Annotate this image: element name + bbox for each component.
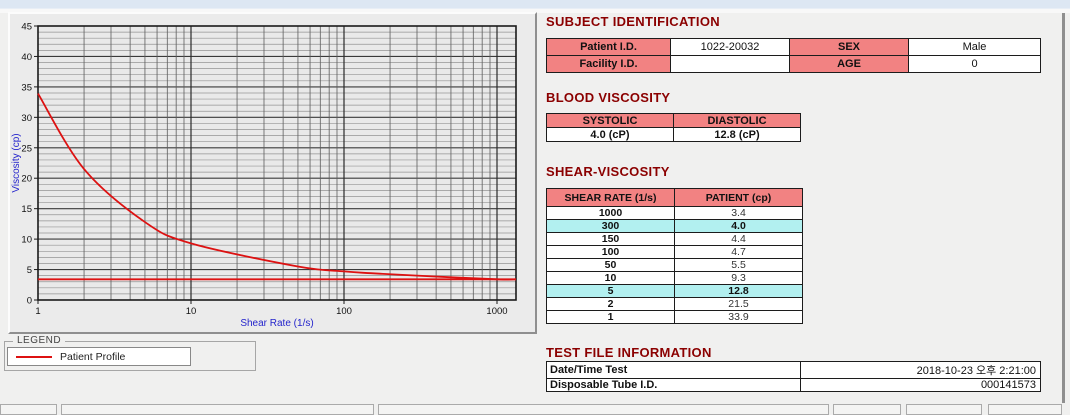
test-file-information-table: Date/Time Test 2018-10-23 오후 2:21:00 Dis… — [546, 361, 1041, 392]
table-row: Facility I.D. AGE 0 — [547, 56, 1041, 73]
y-tick-label: 15 — [21, 204, 32, 215]
shear-rate-cell: 300 — [547, 220, 675, 233]
table-row: SYSTOLIC DIASTOLIC — [547, 114, 801, 128]
shear-viscosity-title: SHEAR-VISCOSITY — [546, 164, 670, 179]
shear-rate-cell: 50 — [547, 259, 675, 272]
patient-viscosity-cell: 4.7 — [675, 246, 803, 259]
table-row: Patient I.D. 1022-20032 SEX Male — [547, 39, 1041, 56]
y-tick-label: 5 — [27, 265, 32, 276]
table-row: 133.9 — [547, 311, 803, 324]
y-tick-label: 25 — [21, 143, 32, 154]
facility-id-label: Facility I.D. — [547, 56, 671, 73]
x-tick-label: 1 — [35, 306, 40, 317]
y-tick-label: 35 — [21, 82, 32, 93]
table-row: 1004.7 — [547, 246, 803, 259]
shear-rate-cell: 5 — [547, 285, 675, 298]
patient-id-label: Patient I.D. — [547, 39, 671, 56]
disposable-tube-id-value: 000141573 — [801, 379, 1041, 392]
patient-id-value: 1022-20032 — [671, 39, 790, 56]
patient-viscosity-cell: 9.3 — [675, 272, 803, 285]
bottom-panel-segment — [988, 404, 1062, 415]
shear-rate-cell: 2 — [547, 298, 675, 311]
x-axis-label: Shear Rate (1/s) — [240, 318, 313, 329]
shear-rate-cell: 1000 — [547, 207, 675, 220]
age-label: AGE — [790, 56, 909, 73]
table-row: 10003.4 — [547, 207, 803, 220]
shear-table-body: 10003.43004.01504.41004.7505.5109.3512.8… — [547, 207, 803, 324]
table-row: 512.8 — [547, 285, 803, 298]
table-row: Disposable Tube I.D. 000141573 — [547, 379, 1041, 392]
y-tick-label: 20 — [21, 174, 32, 185]
patient-viscosity-cell: 12.8 — [675, 285, 803, 298]
patient-viscosity-cell: 33.9 — [675, 311, 803, 324]
patient-cp-header: PATIENT (cp) — [675, 189, 803, 207]
window-top-edge — [0, 0, 1070, 9]
sex-label: SEX — [790, 39, 909, 56]
bottom-panel-segment — [61, 404, 374, 415]
window-right-scrollbar[interactable] — [1062, 13, 1065, 403]
patient-viscosity-cell: 5.5 — [675, 259, 803, 272]
shear-rate-cell: 100 — [547, 246, 675, 259]
date-time-test-value: 2018-10-23 오후 2:21:00 — [801, 362, 1041, 379]
shear-rate-cell: 150 — [547, 233, 675, 246]
y-tick-label: 10 — [21, 235, 32, 246]
legend-caption: LEGEND — [13, 335, 65, 346]
legend-box: Patient Profile — [7, 347, 191, 366]
shear-viscosity-table: SHEAR RATE (1/s) PATIENT (cp) 10003.4300… — [546, 188, 803, 324]
age-value: 0 — [909, 56, 1041, 73]
disposable-tube-id-label: Disposable Tube I.D. — [547, 379, 801, 392]
table-row: 1504.4 — [547, 233, 803, 246]
table-row: 505.5 — [547, 259, 803, 272]
table-row: 109.3 — [547, 272, 803, 285]
legend-frame: LEGEND Patient Profile — [4, 341, 256, 371]
patient-viscosity-cell: 4.4 — [675, 233, 803, 246]
blood-viscosity-title: BLOOD VISCOSITY — [546, 90, 670, 105]
table-row: 221.5 — [547, 298, 803, 311]
shear-rate-cell: 10 — [547, 272, 675, 285]
table-row: Date/Time Test 2018-10-23 오후 2:21:00 — [547, 362, 1041, 379]
shear-rate-cell: 1 — [547, 311, 675, 324]
systolic-value: 4.0 (cP) — [547, 128, 674, 142]
table-header-row: SHEAR RATE (1/s) PATIENT (cp) — [547, 189, 803, 207]
facility-id-value — [671, 56, 790, 73]
patient-profile-line-swatch — [16, 356, 52, 358]
blood-viscosity-table: SYSTOLIC DIASTOLIC 4.0 (cP) 12.8 (cP) — [546, 113, 801, 142]
bottom-panel-segment — [833, 404, 901, 415]
bottom-panel-segment — [378, 404, 829, 415]
x-tick-label: 100 — [336, 306, 352, 317]
shear-rate-header: SHEAR RATE (1/s) — [547, 189, 675, 207]
patient-viscosity-cell: 21.5 — [675, 298, 803, 311]
y-axis-label: Viscosity (cp) — [11, 133, 22, 192]
table-row: 4.0 (cP) 12.8 (cP) — [547, 128, 801, 142]
table-row: 3004.0 — [547, 220, 803, 233]
bottom-panel-segment — [906, 404, 982, 415]
subject-identification-table: Patient I.D. 1022-20032 SEX Male Facilit… — [546, 38, 1041, 73]
y-tick-label: 0 — [27, 296, 32, 307]
x-tick-label: 10 — [186, 306, 197, 317]
systolic-header: SYSTOLIC — [547, 114, 674, 128]
diastolic-value: 12.8 (cP) — [674, 128, 801, 142]
patient-viscosity-cell: 4.0 — [675, 220, 803, 233]
patient-viscosity-cell: 3.4 — [675, 207, 803, 220]
diastolic-header: DIASTOLIC — [674, 114, 801, 128]
y-tick-label: 30 — [21, 113, 32, 124]
subject-identification-title: SUBJECT IDENTIFICATION — [546, 14, 720, 29]
x-tick-label: 1000 — [486, 306, 507, 317]
viscosity-chart-panel: 0 5 10 15 20 25 30 35 40 45 1 10 100 1000 Shear Rate (… — [8, 12, 537, 334]
test-file-information-title: TEST FILE INFORMATION — [546, 345, 712, 360]
y-tick-label: 45 — [21, 22, 32, 33]
y-tick-label: 40 — [21, 52, 32, 63]
viscosity-chart: 0 5 10 15 20 25 30 35 40 45 1 10 100 1000 Shear Rate (… — [10, 14, 535, 332]
date-time-test-label: Date/Time Test — [547, 362, 801, 379]
legend-entry-label: Patient Profile — [60, 351, 125, 363]
bottom-panel-segment — [0, 404, 57, 415]
sex-value: Male — [909, 39, 1041, 56]
